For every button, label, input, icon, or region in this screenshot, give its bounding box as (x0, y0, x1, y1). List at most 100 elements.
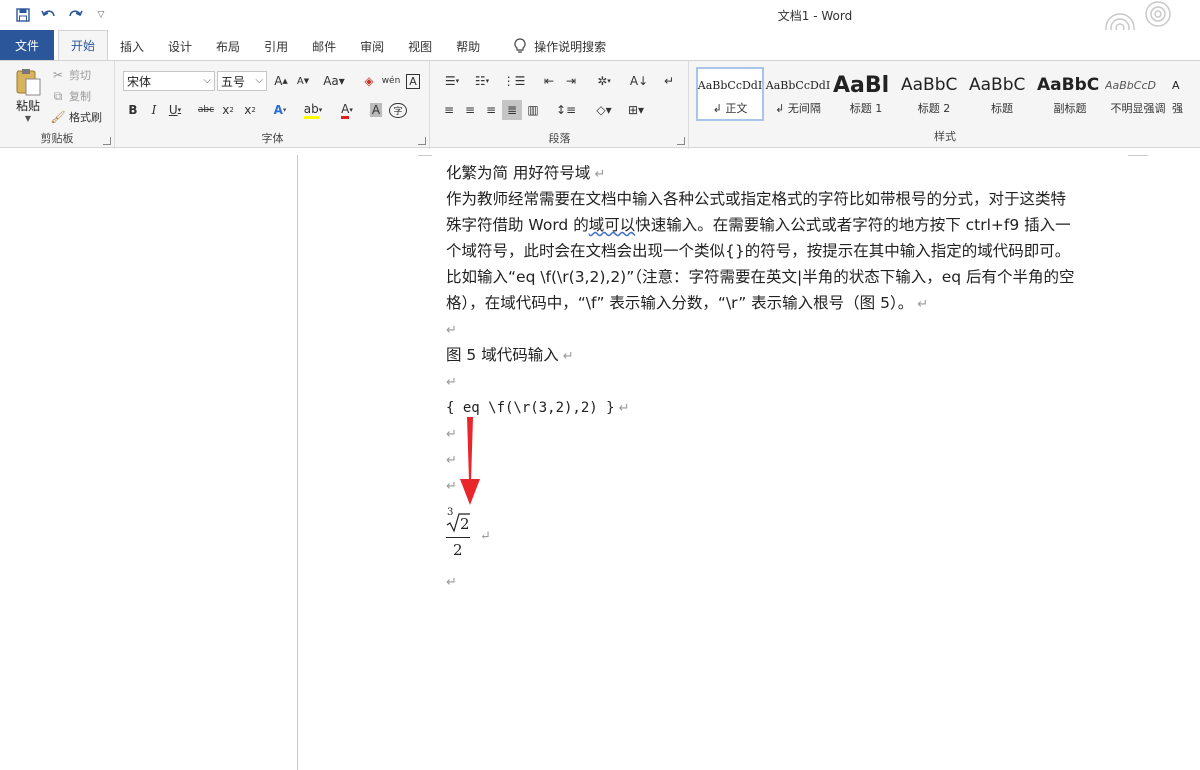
tell-me-label: 操作说明搜索 (534, 39, 607, 54)
font-group: 宋体 ⌵ 五号 ⌵ A ▲ A ▼ Aa▾ ◈ wén A B I U ▾ abc x… (116, 61, 430, 149)
multilevel-list-button[interactable]: ⋮☰ (501, 71, 527, 91)
figure-caption[interactable]: 图 5 域代码输入 ↵ (446, 342, 1136, 368)
tell-me-search[interactable]: 操作说明搜索 (502, 32, 618, 60)
empty-paragraph[interactable]: ↵ (446, 368, 1136, 394)
align-right-button[interactable]: ≡ (481, 100, 501, 120)
empty-paragraph[interactable]: ↵ (446, 420, 1136, 446)
style-heading-1-name: 标题 1 (849, 102, 883, 115)
clipboard-group: 粘贴 ▼ ✂ 剪切 ⧉ 复制 🖌 格式刷 剪贴板 (0, 61, 115, 149)
font-launcher-icon[interactable] (418, 137, 426, 145)
style-title[interactable]: AaBbC 标题 (968, 67, 1036, 121)
tab-layout[interactable]: 布局 (204, 32, 252, 60)
style-heading-1[interactable]: AaBl 标题 1 (832, 67, 900, 121)
bold-button[interactable]: B (123, 100, 143, 120)
doc-line-1[interactable]: 作为教师经常需要在文档中输入各种公式或指定格式的字符比如带根号的分式，对于这类特 (446, 186, 1136, 212)
tab-file[interactable]: 文件 (0, 30, 54, 60)
customize-qat-icon[interactable]: ▽ (92, 6, 110, 24)
change-case-button[interactable]: Aa▾ (319, 71, 349, 91)
tab-insert[interactable]: 插入 (108, 32, 156, 60)
empty-paragraph[interactable]: ↵ (446, 316, 1136, 342)
clipboard-launcher-icon[interactable] (103, 137, 111, 145)
style-subtle-emphasis-sample: AaBbCcD (1105, 78, 1156, 92)
show-marks-button[interactable]: ↵ (659, 71, 679, 91)
copy-label: 复制 (69, 90, 91, 103)
doc-line-4[interactable]: 比如输入“eq \f(\r(3,2),2)”（注意：字符需要在英文|半角的状态下… (446, 264, 1136, 290)
asian-layout-button[interactable]: ✲ ▾ (591, 71, 617, 91)
tab-review[interactable]: 审阅 (348, 32, 396, 60)
style-heading-2[interactable]: AaBbC 标题 2 (900, 67, 968, 121)
style-subtitle-name: 副标题 (1053, 102, 1087, 115)
char-border-icon[interactable]: A (403, 71, 423, 91)
tab-help[interactable]: 帮助 (444, 32, 492, 60)
doc-heading[interactable]: 化繁为简 用好符号域 ↵ (446, 160, 1136, 186)
styles-gallery: AaBbCcDdI ↲ 正文 AaBbCcDdI ↲ 无间隔 AaBl 标题 1… (696, 67, 1198, 123)
tab-view[interactable]: 视图 (396, 32, 444, 60)
undo-icon[interactable] (40, 6, 58, 24)
spelling-squiggle[interactable]: 域可以 (589, 216, 636, 234)
style-no-spacing[interactable]: AaBbCcDdI ↲ 无间隔 (764, 67, 832, 121)
document-area[interactable]: 化繁为简 用好符号域 ↵ 作为教师经常需要在文档中输入各种公式或指定格式的字符比如… (0, 149, 1200, 770)
align-left-button[interactable]: ≡ (439, 100, 459, 120)
char-shading-button[interactable]: A (366, 100, 386, 120)
highlight-button[interactable]: ab ▾ (300, 100, 326, 120)
format-painter-button[interactable]: 🖌 格式刷 (50, 109, 102, 125)
style-normal[interactable]: AaBbCcDdI ↲ 正文 (696, 67, 764, 121)
save-icon[interactable] (14, 6, 32, 24)
style-subtle-emphasis[interactable]: AaBbCcD 不明显强调 (1104, 67, 1172, 121)
increase-indent-button[interactable]: ⇥ (561, 71, 581, 91)
enclose-chars-button[interactable]: 字 (388, 100, 408, 120)
doc-line-3[interactable]: 个域符号，此时会在文档会出现一个类似{}的符号，按提示在其中输入指定的域代码即可… (446, 238, 1136, 264)
clear-formatting-icon[interactable]: ◈ (359, 71, 379, 91)
rendered-formula[interactable]: 3 2 2 ↵ (446, 507, 506, 567)
font-size-combo[interactable]: 五号 ⌵ (217, 71, 267, 91)
cut-button[interactable]: ✂ 剪切 (50, 67, 91, 83)
paragraph-launcher-icon[interactable] (677, 137, 685, 145)
superscript-button[interactable]: x2 (240, 100, 260, 120)
grow-font-button[interactable]: A ▲ (271, 71, 291, 91)
italic-button[interactable]: I (144, 100, 164, 120)
field-code-line[interactable]: { eq \f(\r(3,2),2) } ↵ (446, 394, 1136, 420)
doc-line-2[interactable]: 殊字符借助 Word 的域可以快速输入。在需要输入公式或者字符的地方按下 ctr… (446, 212, 1136, 238)
shading-button[interactable]: ◇▾ (591, 100, 617, 120)
font-color-button[interactable]: A ▾ (334, 100, 360, 120)
field-code[interactable]: { eq \f(\r(3,2),2) } (446, 400, 615, 416)
tab-references[interactable]: 引用 (252, 32, 300, 60)
redo-icon[interactable] (66, 6, 84, 24)
line-spacing-button[interactable]: ↕≡ (553, 100, 579, 120)
subscript-button[interactable]: x2 (218, 100, 238, 120)
numbering-button[interactable]: ☷ ▾ (469, 71, 495, 91)
style-subtitle[interactable]: AaBbC 副标题 (1036, 67, 1104, 121)
underline-button[interactable]: U ▾ (165, 100, 185, 120)
justify-button[interactable]: ≣ (502, 100, 522, 120)
copy-button[interactable]: ⧉ 复制 (50, 88, 91, 104)
empty-paragraph[interactable]: ↵ (446, 446, 1136, 472)
page-corner-mark (1128, 155, 1148, 156)
shrink-font-button[interactable]: A ▼ (293, 71, 313, 91)
format-painter-label: 格式刷 (69, 111, 102, 124)
document-body[interactable]: 化繁为简 用好符号域 ↵ 作为教师经常需要在文档中输入各种公式或指定格式的字符比如… (446, 160, 1136, 594)
empty-paragraph[interactable]: ↵ (446, 472, 1136, 498)
text-effects-button[interactable]: A ▾ (270, 100, 290, 120)
empty-paragraph[interactable]: ↵ (446, 568, 1136, 594)
paste-button[interactable]: 粘贴 ▼ (10, 67, 46, 127)
sort-button[interactable]: A↓ (629, 71, 649, 91)
tab-mailings[interactable]: 邮件 (300, 32, 348, 60)
borders-button[interactable]: ⊞▾ (623, 100, 649, 120)
paste-dropdown-icon[interactable]: ▼ (25, 114, 31, 123)
decrease-indent-button[interactable]: ⇤ (539, 71, 559, 91)
style-heading-1-sample: AaBl (833, 72, 890, 98)
tab-design[interactable]: 设计 (156, 32, 204, 60)
style-heading-2-name: 标题 2 (917, 102, 951, 115)
font-name-combo[interactable]: 宋体 ⌵ (123, 71, 215, 91)
doc-line-5[interactable]: 格），在域代码中，“\f” 表示输入分数，“\r” 表示输入根号（图 5）。 ↵ (446, 290, 1136, 316)
page-corner-mark (418, 155, 432, 156)
bullets-button[interactable]: ☰ ▾ (439, 71, 465, 91)
phonetic-guide-icon[interactable]: wén (381, 71, 401, 91)
strikethrough-button[interactable]: abc (196, 100, 216, 120)
scissors-icon: ✂ (52, 68, 64, 82)
style-strong[interactable]: A 强 (1172, 67, 1198, 121)
align-center-button[interactable]: ≡ (460, 100, 480, 120)
style-no-spacing-name: ↲ 无间隔 (775, 102, 821, 115)
distributed-button[interactable]: ▥ (523, 100, 543, 120)
tab-home[interactable]: 开始 (58, 30, 109, 60)
